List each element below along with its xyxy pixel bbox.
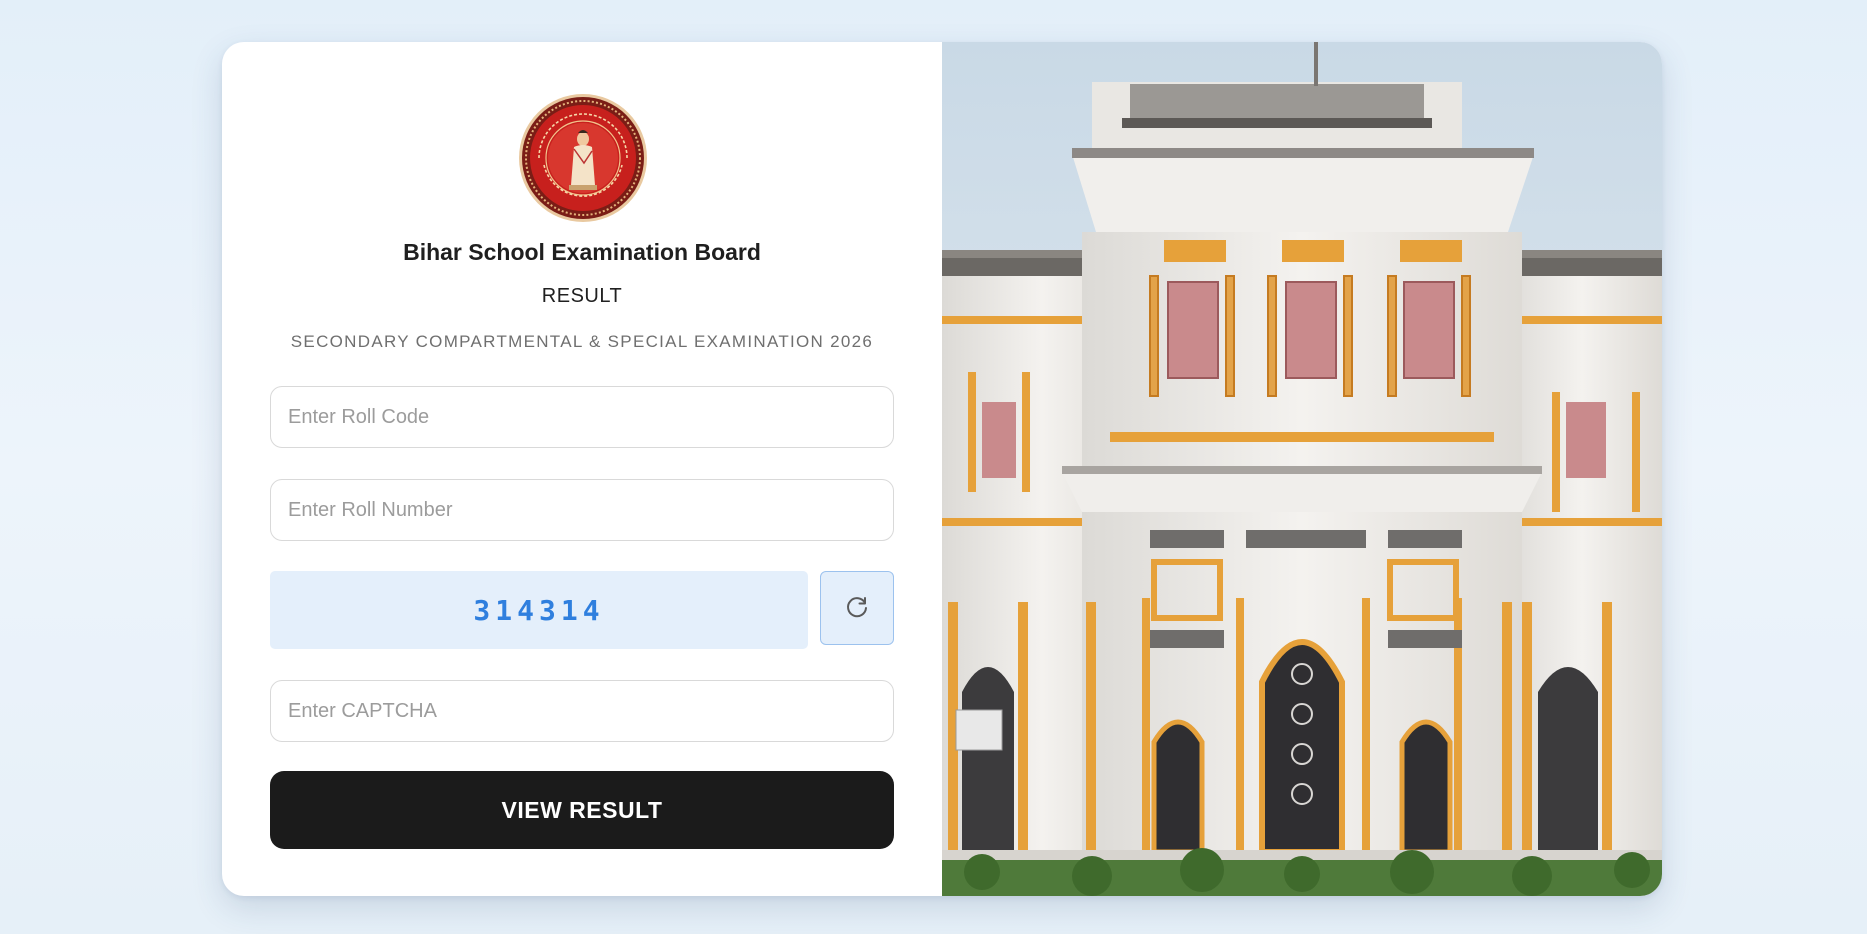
org-name: Bihar School Examination Board <box>403 239 761 265</box>
roll-code-input[interactable] <box>270 386 894 448</box>
result-form-panel: Bihar School Examination Board RESULT SE… <box>222 42 942 896</box>
captcha-display: 314314 <box>270 571 808 649</box>
view-result-button[interactable]: VIEW RESULT <box>270 771 894 849</box>
bseb-logo <box>519 94 647 222</box>
building-photo <box>942 42 1662 896</box>
roll-number-input[interactable] <box>270 479 894 541</box>
exam-name: SECONDARY COMPARTMENTAL & SPECIAL EXAMIN… <box>290 332 874 351</box>
login-card: Bihar School Examination Board RESULT SE… <box>222 42 1662 896</box>
captcha-input[interactable] <box>270 680 894 742</box>
building-illustration <box>942 42 1662 896</box>
refresh-icon <box>847 597 867 618</box>
captcha-code: 314314 <box>473 593 605 627</box>
captcha-refresh-button[interactable] <box>820 571 894 645</box>
page-subtitle: RESULT <box>541 285 623 307</box>
